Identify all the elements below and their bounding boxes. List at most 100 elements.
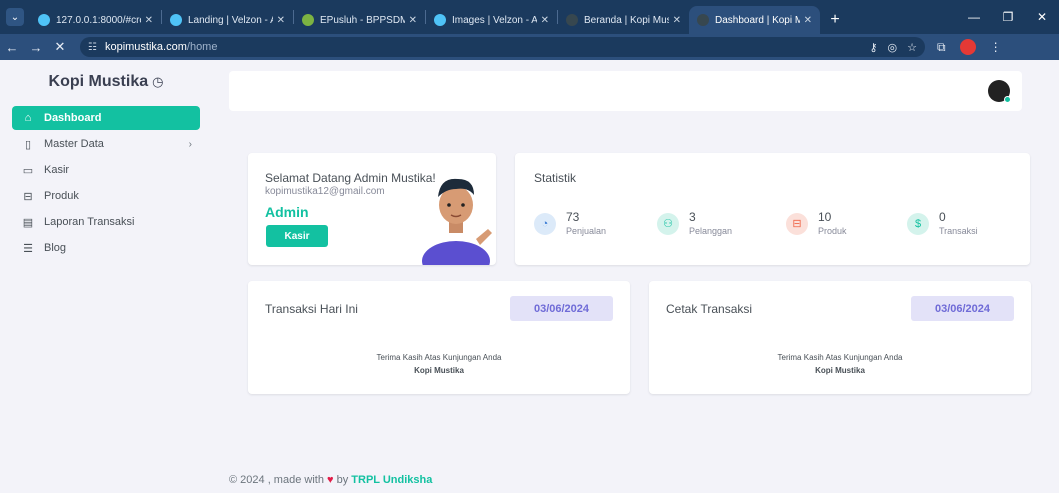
date-badge: 03/06/2024	[911, 296, 1014, 321]
stat-value: 73	[566, 210, 580, 224]
sidebar-item-dashboard[interactable]: ⌂ Dashboard	[12, 106, 200, 130]
blog-icon: ☰	[23, 242, 33, 255]
sidebar-menu: ⌂ Dashboard ▯ Master Data › ▭ Kasir ⊟ Pr…	[0, 104, 212, 264]
sidebar-item-produk[interactable]: ⊟ Produk	[12, 184, 200, 208]
thank-you-text: Terima Kasih Atas Kunjungan Anda	[777, 353, 903, 362]
stat-produk: ⊟ 10 Produk	[786, 211, 847, 236]
password-key-icon[interactable]: ⚷	[869, 41, 877, 54]
close-icon[interactable]: ✕	[804, 15, 812, 26]
browser-tab[interactable]: EPusluh - BPPSDMP ✕	[294, 6, 425, 34]
close-icon[interactable]: ✕	[277, 15, 285, 26]
welcome-role: Admin	[265, 204, 309, 220]
welcome-card: Selamat Datang Admin Mustika! kopimustik…	[248, 153, 496, 265]
url-host: kopimustika.com	[104, 41, 187, 53]
restore-icon[interactable]: ❐	[991, 10, 1025, 24]
close-icon[interactable]: ✕	[409, 15, 417, 26]
stat-value: 0	[939, 210, 946, 224]
extensions-icon[interactable]: ⧉	[937, 40, 946, 55]
tab-search-button[interactable]: ⌄	[0, 0, 30, 34]
tab-favicon-icon	[697, 14, 709, 26]
sidebar-panel-icon: ▯	[24, 138, 32, 151]
browser-tab[interactable]: 127.0.0.1:8000/#creat ✕	[30, 6, 161, 34]
stat-label: Produk	[818, 226, 847, 236]
statistics-title: Statistik	[534, 171, 577, 185]
stop-icon[interactable]: ✕	[48, 39, 72, 55]
file-icon: ▤	[22, 216, 34, 229]
close-icon[interactable]: ✕	[145, 15, 153, 26]
home-icon: ⌂	[24, 112, 32, 124]
eye-off-icon[interactable]: ◎	[888, 41, 898, 54]
footer-link[interactable]: TRPL Undiksha	[351, 474, 432, 486]
card-title: Transaksi Hari Ini	[265, 302, 358, 316]
close-icon[interactable]: ✕	[541, 15, 549, 26]
sidebar-item-laporan-transaksi[interactable]: ▤ Laporan Transaksi	[12, 210, 200, 234]
sidebar-item-label: Master Data	[44, 138, 104, 150]
forward-icon[interactable]: →	[24, 40, 48, 55]
shop-name: Kopi Mustika	[414, 366, 464, 375]
heart-icon: ♥	[327, 474, 334, 486]
stat-label: Penjualan	[566, 226, 607, 236]
site-settings-icon[interactable]: ☷	[88, 42, 97, 53]
date-badge: 03/06/2024	[510, 296, 613, 321]
user-avatar[interactable]	[988, 80, 1011, 103]
stat-label: Pelanggan	[689, 226, 733, 236]
window-controls: — ❐ ✕	[957, 0, 1059, 34]
sidebar-item-master-data[interactable]: ▯ Master Data ›	[12, 132, 200, 156]
users-icon: ⚇	[657, 212, 679, 235]
tab-title: 127.0.0.1:8000/#creat	[56, 14, 141, 26]
sidebar-item-label: Produk	[44, 190, 79, 202]
pie-chart-icon: ◔	[534, 212, 556, 235]
sidebar-item-kasir[interactable]: ▭ Kasir	[12, 158, 200, 182]
browser-tab-active[interactable]: Dashboard | Kopi Mu ✕	[689, 6, 820, 34]
tab-title: Landing | Velzon - Adi	[188, 14, 273, 26]
card-title: Cetak Transaksi	[666, 302, 753, 316]
close-icon[interactable]: ✕	[673, 15, 681, 26]
bookmark-star-icon[interactable]: ☆	[907, 41, 917, 54]
tab-favicon-icon	[566, 14, 578, 26]
brand[interactable]: Kopi Mustika ◷	[0, 60, 212, 104]
tab-favicon-icon	[302, 14, 314, 26]
kebab-menu-icon[interactable]: ⋮	[990, 40, 1002, 54]
sidebar: Kopi Mustika ◷ ⌂ Dashboard ▯ Master Data…	[0, 60, 212, 493]
stat-pelanggan: ⚇ 3 Pelanggan	[657, 211, 732, 236]
tab-title: EPusluh - BPPSDMP	[320, 14, 405, 26]
minimize-icon[interactable]: —	[957, 10, 991, 24]
sidebar-item-label: Kasir	[44, 164, 70, 176]
shop-name: Kopi Mustika	[815, 366, 865, 375]
footer-by: by	[336, 474, 349, 486]
tab-title: Dashboard | Kopi Mu	[715, 14, 800, 26]
tab-title: Beranda | Kopi Musti	[584, 14, 669, 26]
url-path: /home	[186, 41, 218, 53]
chevron-right-icon: ›	[188, 138, 192, 150]
sidebar-item-label: Blog	[44, 242, 67, 254]
sidebar-item-blog[interactable]: ☰ Blog	[12, 236, 200, 260]
window-close-icon[interactable]: ✕	[1025, 10, 1059, 24]
browser-tab[interactable]: Images | Velzon - Adi ✕	[426, 6, 557, 34]
cart-icon: ⊟	[23, 190, 33, 203]
back-icon[interactable]: ←	[0, 40, 24, 55]
transaksi-hari-ini-card: Transaksi Hari Ini 03/06/2024 Terima Kas…	[248, 281, 630, 394]
clock-icon: ◷	[152, 74, 164, 89]
stat-value: 3	[689, 210, 696, 224]
new-tab-button[interactable]: +	[820, 6, 850, 34]
thank-you-text: Terima Kasih Atas Kunjungan Anda	[376, 353, 502, 362]
browser-tab[interactable]: Landing | Velzon - Adi ✕	[162, 6, 293, 34]
cetak-transaksi-card: Cetak Transaksi 03/06/2024 Terima Kasih …	[649, 281, 1031, 394]
browser-tab[interactable]: Beranda | Kopi Musti ✕	[558, 6, 689, 34]
stat-label: Transaksi	[939, 226, 978, 236]
profile-avatar[interactable]	[959, 39, 976, 55]
browser-address-bar: ← → ✕ ☷ kopimustika.com/home ⚷ ◎ ☆ ⧉ ⋮	[0, 34, 1059, 60]
online-status-dot	[1004, 96, 1011, 103]
tab-title: Images | Velzon - Adi	[452, 14, 537, 26]
tab-favicon-icon	[170, 14, 182, 26]
kasir-button[interactable]: Kasir	[266, 225, 328, 247]
dollar-icon: $	[907, 212, 929, 235]
cashier-icon: ▭	[22, 164, 34, 177]
sidebar-item-label: Laporan Transaksi	[44, 216, 135, 228]
avatar-illustration	[422, 178, 492, 265]
statistics-card: Statistik ◔ 73 Penjualan ⚇ 3 Pelanggan ⊟…	[515, 153, 1030, 265]
stat-penjualan: ◔ 73 Penjualan	[534, 211, 606, 236]
page-header	[229, 71, 1022, 111]
welcome-title: Selamat Datang Admin Mustika!	[265, 171, 436, 185]
url-input[interactable]: ☷ kopimustika.com/home ⚷ ◎ ☆	[80, 37, 925, 57]
